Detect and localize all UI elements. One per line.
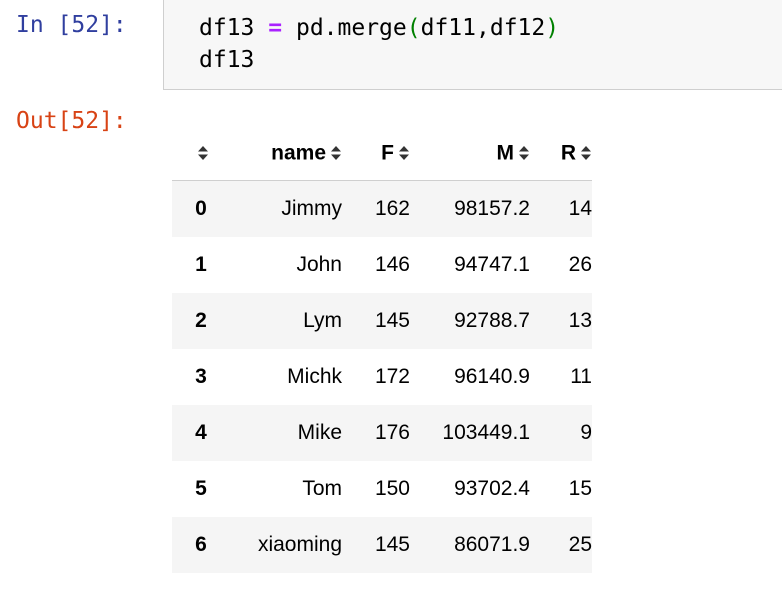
sort-arrows-icon[interactable] (518, 144, 530, 162)
column-header-label: name (271, 141, 326, 165)
cell-name: John (296, 253, 342, 276)
cell-m: 86071.9 (454, 533, 530, 556)
output-prompt: Out[52]: (16, 108, 127, 134)
input-prompt: In [52]: (16, 12, 127, 38)
table-row: 0 Jimmy 162 98157.2 14 (172, 180, 592, 237)
cell-f: 162 (374, 197, 410, 220)
cell-r: 13 (568, 309, 592, 332)
cell-m: 96140.9 (454, 365, 530, 388)
cell-name: xiaoming (257, 533, 342, 556)
cell-m: 94747.1 (454, 253, 530, 276)
column-header-m[interactable]: M (410, 126, 530, 181)
table-row: 5 Tom 150 93702.4 15 (172, 461, 592, 517)
code-line-2: df13 (199, 47, 255, 73)
cell-f: 172 (374, 365, 410, 388)
cell-m: 98157.2 (454, 197, 530, 220)
sort-arrows-icon[interactable] (580, 144, 592, 162)
code-line-1: df13 = pd.merge(df11,df12) (199, 15, 559, 41)
sort-arrows-icon[interactable] (197, 144, 209, 162)
cell-r: 26 (568, 253, 592, 276)
row-index: 0 (195, 197, 207, 220)
column-header-name[interactable]: name (230, 126, 342, 181)
cell-f: 145 (374, 533, 410, 556)
cell-f: 145 (374, 309, 410, 332)
column-header-f[interactable]: F (342, 126, 410, 181)
cell-r: 15 (568, 477, 592, 500)
code-args: df11,df12 (420, 15, 546, 41)
cell-name: Michk (287, 365, 342, 388)
code-var: df13 (199, 15, 255, 41)
table-row: 1 John 146 94747.1 26 (172, 237, 592, 293)
row-index: 1 (195, 253, 207, 276)
row-index: 6 (195, 533, 207, 556)
cell-r: 14 (568, 197, 592, 220)
cell-f: 176 (374, 421, 410, 444)
column-header-label: F (381, 141, 394, 165)
row-index: 2 (195, 309, 207, 332)
cell-name: Lym (303, 309, 342, 332)
table-row: 3 Michk 172 96140.9 11 (172, 349, 592, 405)
cell-name: Mike (297, 421, 342, 444)
row-index: 5 (195, 477, 207, 500)
cell-m: 103449.1 (442, 421, 530, 444)
cell-m: 92788.7 (454, 309, 530, 332)
row-index: 3 (195, 365, 207, 388)
column-header-label: R (560, 141, 576, 165)
code-open-paren: ( (406, 15, 421, 41)
column-header-r[interactable]: R (530, 126, 592, 181)
cell-r: 25 (568, 533, 592, 556)
cell-name: Tom (302, 477, 342, 500)
sort-arrows-icon[interactable] (398, 144, 410, 162)
table-header-row: name F M R (172, 126, 592, 181)
cell-m: 93702.4 (454, 477, 530, 500)
cell-r: 11 (570, 365, 592, 388)
sort-arrows-icon[interactable] (330, 144, 342, 162)
index-header[interactable] (172, 126, 230, 181)
code-cell[interactable]: df13 = pd.merge(df11,df12) df13 (163, 0, 782, 90)
dataframe-table: name F M R 0 Jimmy 162 98157.2 14 1 John… (172, 126, 592, 573)
row-index: 4 (195, 421, 207, 444)
code-operator: = (268, 15, 283, 41)
cell-name: Jimmy (281, 197, 342, 220)
table-row: 4 Mike 176 103449.1 9 (172, 405, 592, 461)
table-row: 6 xiaoming 145 86071.9 25 (172, 517, 592, 573)
code-close-paren: ) (545, 15, 560, 41)
cell-f: 146 (374, 253, 410, 276)
code-call: pd.merge (295, 15, 407, 41)
cell-r: 9 (580, 421, 592, 444)
cell-f: 150 (374, 477, 410, 500)
table-row: 2 Lym 145 92788.7 13 (172, 293, 592, 349)
column-header-label: M (496, 141, 515, 165)
